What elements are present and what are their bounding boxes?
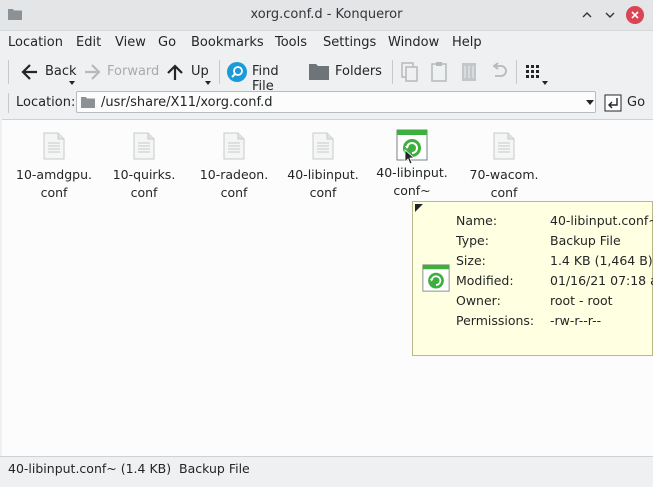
text-file-icon [493,132,515,160]
keep-above-icon[interactable] [578,6,596,24]
folder-icon [81,97,95,108]
menu-view[interactable]: View [115,35,146,50]
back-dropdown-icon[interactable] [69,81,75,85]
tooltip-pointer [415,204,423,212]
file-name-line: conf [40,185,68,200]
location-field[interactable]: /usr/share/X11/xorg.conf.d [76,91,596,113]
arrow-up-icon [167,64,183,80]
file-name-line: conf [309,185,337,200]
toolbar-separator [516,60,517,84]
folder-icon [309,64,329,80]
tooltip-value: 1.4 KB (1,464 B) [550,253,653,268]
forward-label: Forward [107,64,160,79]
toolbar-handle[interactable] [8,60,9,84]
file-name-line: 10-radeon. [199,167,269,182]
file-name-line: conf [220,185,248,200]
tooltip-label: Permissions: [456,313,535,328]
tooltip-label: Modified: [456,273,514,288]
file-item[interactable]: 70-wacom. conf [466,132,542,202]
file-name-line: 10-amdgpu. [16,167,92,182]
tooltip-label: Type: [456,233,489,248]
folders-label: Folders [335,64,382,79]
text-file-icon [43,132,65,160]
toolbar-separator [392,60,393,84]
file-item[interactable]: 10-radeon. conf [196,132,272,202]
copy-icon[interactable] [400,61,420,83]
go-label: Go [627,95,646,110]
tooltip-label: Size: [456,253,486,268]
location-path: /usr/share/X11/xorg.conf.d [101,95,273,110]
file-name-line: conf~ [393,183,431,198]
menu-bookmarks[interactable]: Bookmarks [191,35,264,50]
location-dropdown-icon[interactable] [586,100,594,105]
find-file-button[interactable]: Find File [226,57,304,94]
back-button[interactable]: Back [18,57,78,87]
menu-location[interactable]: Location [8,35,63,50]
file-name-line: 70-wacom. [469,167,539,182]
toolbar-handle[interactable] [8,93,9,113]
tooltip-label: Owner: [456,293,501,308]
mouse-cursor-icon [404,149,416,165]
menu-help[interactable]: Help [452,35,482,50]
arrow-right-icon [85,64,101,80]
file-item[interactable]: 40-libinput. conf [285,132,361,202]
folders-button[interactable]: Folders [309,57,384,87]
menu-window[interactable]: Window [388,35,439,50]
tooltip-value: root - root [550,293,613,308]
file-info-tooltip: Name: 40-libinput.conf~ Type: Backup Fil… [412,201,653,356]
file-item[interactable]: 40-libinput. conf~ [374,129,450,200]
toolbar-separator [219,60,220,84]
text-file-icon [133,132,155,160]
tooltip-value: -rw-r--r-- [550,313,602,328]
up-button[interactable]: Up [165,57,215,87]
file-name-line: conf [490,185,518,200]
text-file-icon [223,132,245,160]
forward-button[interactable]: Forward [80,57,162,87]
location-label: Location: [16,95,76,110]
menu-edit[interactable]: Edit [76,35,101,50]
go-icon [604,94,622,112]
file-item[interactable]: 10-quirks. conf [106,132,182,202]
text-file-icon [312,132,334,160]
file-name-line: conf [130,185,158,200]
window-title: xorg.conf.d - Konqueror [250,7,403,22]
menu-bar: Location Edit View Go Bookmarks Tools Se… [0,31,653,55]
menu-go[interactable]: Go [158,35,176,50]
up-label: Up [191,64,209,79]
trash-icon[interactable] [459,61,479,83]
status-bar: 40-libinput.conf~ (1.4 KB) Backup File [0,456,653,487]
backup-file-icon [422,264,450,292]
file-name-line: 10-quirks. [112,167,176,182]
minimize-icon[interactable] [601,6,619,24]
undo-icon[interactable] [489,61,509,83]
file-item[interactable]: 10-amdgpu. conf [16,132,92,202]
tooltip-value: Backup File [550,233,621,248]
go-button[interactable]: Go [602,92,650,114]
menu-settings[interactable]: Settings [323,35,376,50]
arrow-left-icon [21,64,37,80]
back-label: Back [45,64,77,79]
up-dropdown-icon[interactable] [205,81,211,85]
file-name-line: 40-libinput. [376,165,448,180]
menu-tools[interactable]: Tools [275,35,307,50]
view-mode-dropdown-icon[interactable] [542,81,548,85]
view-mode-icon[interactable] [525,62,541,82]
file-name-line: 40-libinput. [287,167,359,182]
close-button[interactable] [626,6,644,24]
tooltip-value: 40-libinput.conf~ [550,213,653,228]
find-icon [227,62,247,82]
tooltip-label: Name: [456,213,498,228]
location-bar: Location: /usr/share/X11/xorg.conf.d Go [0,90,653,116]
title-bar: xorg.conf.d - Konqueror [0,0,653,31]
toolbar: Back Forward Up Find File Folders [0,57,653,94]
status-text: 40-libinput.conf~ (1.4 KB) Backup File [8,461,250,476]
paste-icon[interactable] [429,61,449,83]
close-icon [631,11,639,19]
tooltip-value: 01/16/21 07:18 am [550,273,653,288]
